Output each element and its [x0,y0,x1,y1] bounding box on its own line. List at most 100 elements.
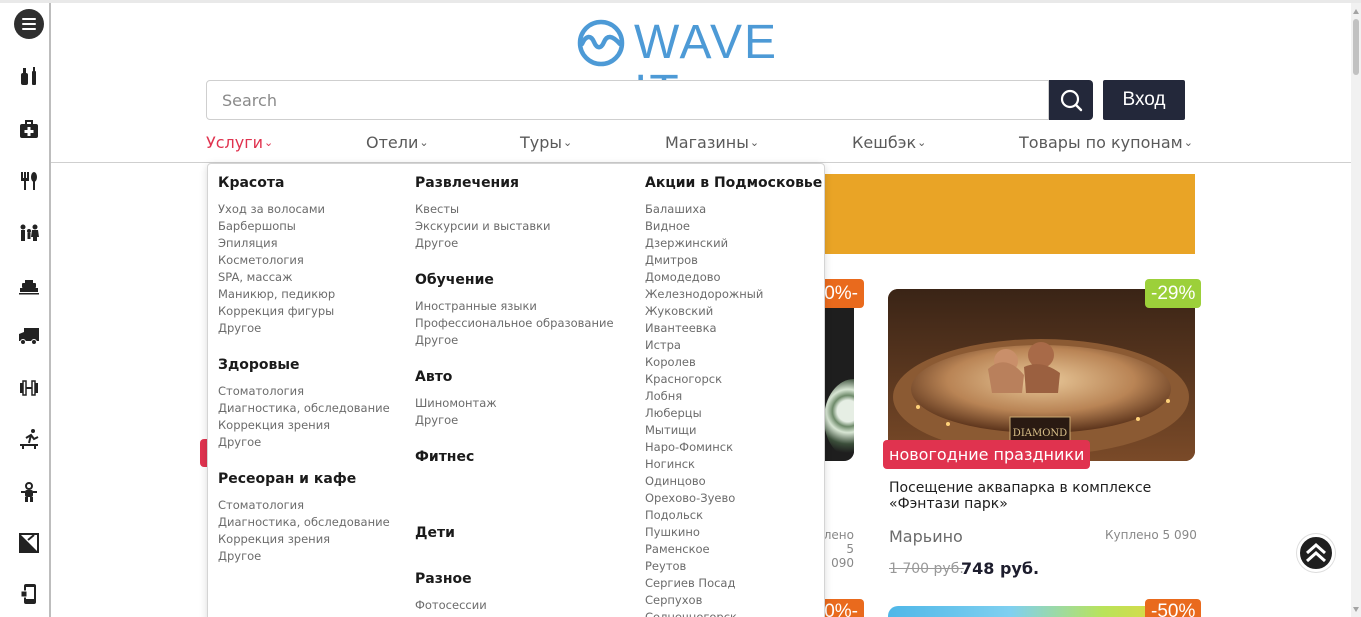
dd-link[interactable]: Экскурсии и выставки [415,218,551,235]
dd-link[interactable]: Эпиляция [218,235,278,252]
double-chevron-up-icon [1306,542,1326,563]
dd-link[interactable]: Стоматология [218,383,304,400]
dd-link[interactable]: Стоматология [218,497,304,514]
dd-city-link[interactable]: Подольск [645,507,703,524]
search-input[interactable] [206,80,1049,120]
dd-head-kids[interactable]: Дети [415,525,455,541]
restaurant-icon[interactable] [18,170,40,192]
kids-icon[interactable] [18,481,40,503]
family-icon[interactable] [18,222,40,244]
dd-city-link[interactable]: Домодедово [645,269,721,286]
dd-head-moscow-region[interactable]: Акции в Подмосковье [645,175,822,191]
dd-city-link[interactable]: Сергиев Посад [645,575,735,592]
right-card-title[interactable]: Посещение аквапарка в комплексе «Фэнтази… [889,480,1189,512]
dd-city-link[interactable]: Наро-Фоминск [645,439,733,456]
dd-city-link[interactable]: Орехово-Зуево [645,490,735,507]
dd-city-link[interactable]: Дзержинский [645,235,728,252]
dd-city-link[interactable]: Королев [645,354,696,371]
fitness-dumbbell-icon[interactable] [18,377,40,399]
dd-city-link[interactable]: Ивантеевка [645,320,717,337]
dd-city-link[interactable]: Одинцово [645,473,706,490]
services-dropdown: Красота Уход за волосами Барбершопы Эпил… [207,163,825,617]
dd-city-link[interactable]: Лобня [645,388,682,405]
activity-icon[interactable] [18,428,40,450]
dd-city-link[interactable]: Железнодорожный [645,286,763,303]
dd-link[interactable]: Коррекция зрения [218,417,330,434]
dd-link[interactable]: Другое [218,320,261,337]
dd-link[interactable]: Другое [415,412,458,429]
dd-head-beauty[interactable]: Красота [218,175,284,191]
promo-banner[interactable] [824,174,1195,254]
dd-city-link[interactable]: Мытищи [645,422,696,439]
nav-shops[interactable]: Магазины⌄ [665,133,759,152]
dd-city-link[interactable]: Реутов [645,558,686,575]
dd-city-link[interactable]: Видное [645,218,690,235]
dd-city-link[interactable]: Раменское [645,541,710,558]
dd-city-link[interactable]: Серпухов [645,592,702,609]
right-card-bought: Куплено 5 090 [1105,528,1197,542]
right-card-image[interactable]: DIAMOND [888,289,1195,461]
search-button[interactable] [1049,80,1093,120]
dd-link[interactable]: Другое [415,235,458,252]
dd-city-link[interactable]: Жуковский [645,303,713,320]
nav-hotels[interactable]: Отели⌄ [366,133,429,152]
left-card-bought: Куплено 5 090 [822,528,854,570]
chevron-down-icon: ⌄ [749,136,760,149]
page-scrollbar[interactable] [1351,3,1361,617]
right-card-tag[interactable]: новогодние праздники [883,440,1091,469]
medical-kit-icon[interactable] [18,118,40,140]
login-button[interactable]: Вход [1103,80,1185,120]
menu-icon[interactable] [14,9,44,39]
beauty-icon[interactable] [18,65,40,87]
dd-link[interactable]: Маникюр, педикюр [218,286,335,303]
scroll-to-top-button[interactable] [1297,534,1335,572]
dd-link[interactable]: Барбершопы [218,218,296,235]
nav-cashback[interactable]: Кешбэк⌄ [852,133,926,152]
dd-city-link[interactable]: Солнечногорск [645,609,737,617]
dd-city-link[interactable]: Красногорск [645,371,722,388]
dd-city-link[interactable]: Дмитров [645,252,698,269]
dd-city-link[interactable]: Пушкино [645,524,700,541]
dd-link[interactable]: SPA, массаж [218,269,292,286]
dd-head-health[interactable]: Здоровые [218,357,300,373]
car-service-icon[interactable] [18,274,40,296]
dd-link[interactable]: Другое [218,434,261,451]
dd-head-entertainment[interactable]: Развлечения [415,175,519,191]
dd-head-fitness[interactable]: Фитнес [415,449,474,465]
scroll-thumb[interactable] [1353,19,1359,75]
dd-link[interactable]: Диагностика, обследование [218,400,390,417]
phone-icon[interactable] [18,583,40,605]
site-logo[interactable]: WAVE IT [576,16,826,118]
dd-link[interactable]: Другое [415,332,458,349]
dd-city-link[interactable]: Балашиха [645,201,706,218]
dd-link[interactable]: Фотосессии [415,597,487,614]
design-icon[interactable] [18,532,40,554]
scroll-up-arrow-icon[interactable] [1353,9,1359,14]
chevron-down-icon: ⌄ [264,136,274,149]
dd-link[interactable]: Коррекция фигуры [218,303,334,320]
dd-link[interactable]: Коррекция зрения [218,531,330,548]
dd-head-restaurants[interactable]: Ресеоран и кафе [218,471,356,487]
dd-city-link[interactable]: Истра [645,337,681,354]
dd-link[interactable]: Квесты [415,201,459,218]
dd-city-link[interactable]: Ногинск [645,456,695,473]
scroll-down-arrow-icon[interactable] [1353,607,1359,612]
dd-link[interactable]: Профессиональное образование [415,315,614,332]
dd-city-link[interactable]: Люберцы [645,405,702,422]
dd-head-education[interactable]: Обучение [415,272,494,288]
dd-link[interactable]: Шиномонтаж [415,395,497,412]
dd-link[interactable]: Косметология [218,252,304,269]
dd-link[interactable]: Диагностика, обследование [218,514,390,531]
chevron-down-icon: ⌄ [419,136,429,149]
diamond-sign: DIAMOND [1013,428,1067,439]
nav-services[interactable]: Услуги⌄ [206,133,273,152]
nav-coupon-goods[interactable]: Товары по купонам⌄ [1019,133,1193,152]
nav-tours[interactable]: Туры⌄ [520,133,572,152]
dd-head-misc[interactable]: Разное [415,571,472,587]
delivery-truck-icon[interactable] [18,325,40,347]
dd-link[interactable]: Уход за волосами [218,201,325,218]
chevron-down-icon: ⌄ [1183,136,1193,149]
dd-head-auto[interactable]: Авто [415,369,452,385]
dd-link[interactable]: Другое [218,548,261,565]
dd-link[interactable]: Иностранные языки [415,298,537,315]
